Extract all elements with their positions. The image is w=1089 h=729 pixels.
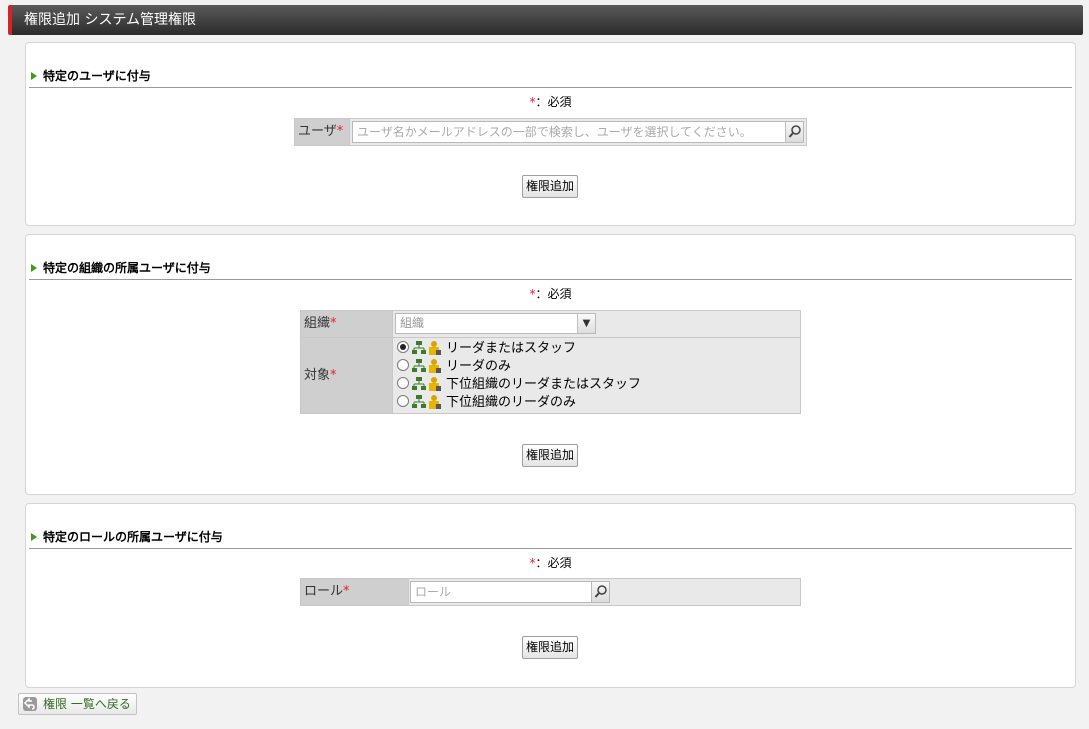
org-user-icon [412,359,441,373]
add-permission-button-user[interactable]: 権限追加 [522,175,578,198]
role-label: ロール [304,584,344,599]
target-option-label: 下位組織のリーダのみ [446,395,577,410]
page-title: 権限追加 システム管理権限 [8,5,1083,35]
radio-button[interactable] [397,395,409,407]
section-marker-icon [31,533,37,541]
target-label: 対象 [304,368,331,383]
org-user-icon [412,377,441,391]
org-user-icon [412,341,441,355]
target-option-leader-only[interactable]: リーダのみ [397,358,511,375]
back-to-list-button[interactable]: 権限 一覧へ戻る [18,693,137,715]
role-search-input[interactable] [411,582,591,602]
section-heading-text: 特定のロールの所属ユーザに付与 [43,530,223,544]
back-to-list-label: 権限 一覧へ戻る [43,697,131,711]
target-option-label: 下位組織のリーダまたはスタッフ [446,377,642,392]
section-heading-text: 特定のユーザに付与 [43,69,151,83]
org-select[interactable]: 組織 ▼ [395,313,596,334]
section-heading-org: 特定の組織の所属ユーザに付与 [29,261,1072,280]
required-note: *：必須 [26,554,1075,571]
target-option-label: リーダまたはスタッフ [446,341,577,356]
radio-button[interactable] [397,341,409,353]
user-label: ユーザ [298,124,337,139]
section-marker-icon [31,72,37,80]
target-label-cell: 対象* [300,337,393,414]
required-text: ：必須 [535,95,572,109]
user-label-cell: ユーザ* [294,118,350,146]
required-star: * [336,124,344,139]
target-option-sub-leader-only[interactable]: 下位組織のリーダのみ [397,394,576,411]
section-heading-user: 特定のユーザに付与 [29,69,1072,88]
add-permission-button-role[interactable]: 権限追加 [522,636,578,659]
target-option-label: リーダのみ [446,359,512,374]
required-star: * [330,368,337,383]
radio-button[interactable] [397,377,409,389]
add-permission-button-org[interactable]: 権限追加 [522,444,578,467]
user-search-field[interactable] [352,121,804,143]
org-label: 組織 [304,316,331,331]
target-option-sub-leader-or-staff[interactable]: 下位組織のリーダまたはスタッフ [397,376,641,393]
user-search-input[interactable] [353,122,783,142]
section-heading-role: 特定のロールの所属ユーザに付与 [29,530,1072,549]
section-heading-text: 特定の組織の所属ユーザに付与 [43,261,211,275]
required-star: * [330,316,337,331]
required-note: *：必須 [26,93,1075,110]
radio-button[interactable] [397,359,409,371]
role-label-cell: ロール* [300,578,409,606]
required-text: ：必須 [535,556,572,570]
org-select-value: 組織 [400,316,425,330]
target-value-cell: リーダまたはスタッフ リーダのみ 下位組織のリーダまたはスタッフ 下位組織のリー… [392,337,801,414]
panel-role: 特定のロールの所属ユーザに付与 *：必須 ロール* 権限追加 [25,503,1076,688]
role-search-field[interactable] [410,581,610,603]
required-note: *：必須 [26,285,1075,302]
back-arrow-icon [23,697,37,711]
org-label-cell: 組織* [300,310,393,338]
org-user-icon [412,395,441,409]
panel-user: 特定のユーザに付与 *：必須 ユーザ* 権限追加 [25,42,1076,226]
section-marker-icon [31,264,37,272]
panel-org: 特定の組織の所属ユーザに付与 *：必須 組織* 組織 ▼ 対象* リーダまたはス… [25,234,1076,495]
chevron-down-icon[interactable]: ▼ [577,314,595,333]
required-text: ：必須 [535,287,572,301]
required-star: * [343,584,350,599]
target-option-leader-or-staff[interactable]: リーダまたはスタッフ [397,340,576,357]
search-icon[interactable] [591,582,609,602]
search-icon[interactable] [785,122,803,142]
